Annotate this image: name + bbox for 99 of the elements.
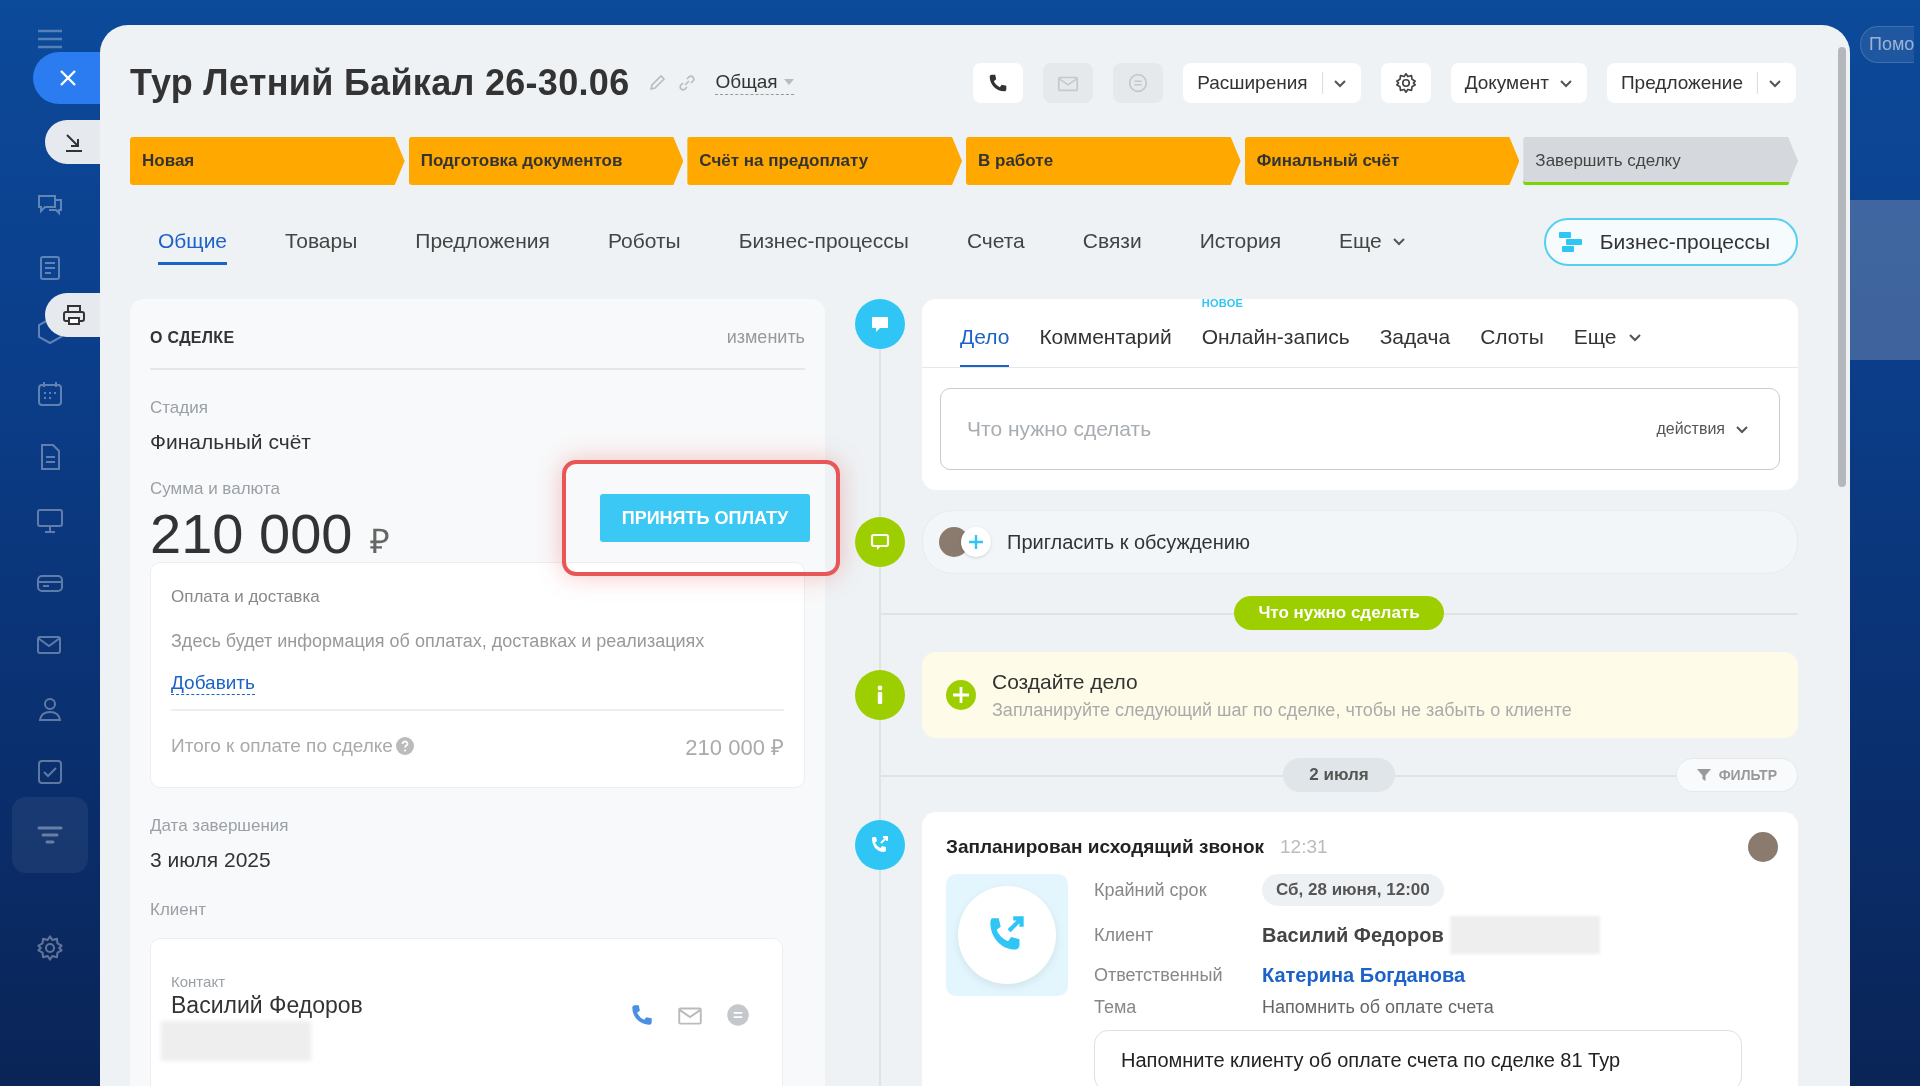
plus-icon bbox=[968, 534, 984, 550]
settings-icon[interactable] bbox=[35, 933, 65, 963]
field-label: Тема bbox=[1094, 997, 1138, 1018]
tab[interactable]: Предложения bbox=[415, 219, 550, 265]
split-button[interactable]: Расширения bbox=[1183, 63, 1361, 103]
person-link[interactable]: Катерина Богданова bbox=[1262, 964, 1466, 987]
field-label: Дата завершения bbox=[150, 816, 290, 836]
close-icon bbox=[59, 69, 77, 87]
chevron-down-icon bbox=[1735, 424, 1749, 434]
activity-title: Запланирован исходящий звонок bbox=[946, 836, 1265, 858]
field-value: 3 июля 2025 bbox=[150, 848, 272, 872]
business-process-button[interactable]: Бизнес-процессы bbox=[1543, 218, 1798, 266]
section-label: Что нужно сделать bbox=[1234, 596, 1444, 630]
invite-bar[interactable]: Пригласить к обсуждению bbox=[922, 510, 1798, 574]
date-label: 2 июля bbox=[1283, 758, 1395, 792]
avatar bbox=[1748, 832, 1778, 862]
field-label: Крайний срок bbox=[1094, 879, 1208, 901]
split-button[interactable]: Предложение bbox=[1606, 63, 1796, 103]
card-subtitle: Запланируйте следующий шаг по сделке, чтобы не забыть о клиенте bbox=[992, 699, 1572, 721]
tab[interactable]: История bbox=[1199, 219, 1282, 265]
printer-icon bbox=[62, 304, 86, 326]
checkbox-icon[interactable] bbox=[35, 757, 65, 787]
deadline-chip: Сб, 28 июня, 12:00 bbox=[1262, 874, 1444, 906]
settings-button[interactable] bbox=[1380, 63, 1431, 103]
collapse-button[interactable] bbox=[45, 120, 103, 164]
close-button[interactable] bbox=[33, 52, 103, 104]
field-value: Финальный счёт bbox=[150, 430, 312, 454]
stage-step[interactable]: В работе bbox=[966, 137, 1241, 185]
tab[interactable]: Онлайн-запись bbox=[1201, 325, 1350, 367]
stage-step[interactable]: Новая bbox=[130, 137, 405, 185]
info-text: Здесь будет информация об оплатах, доставках и реализациях bbox=[171, 631, 706, 652]
print-button[interactable] bbox=[45, 293, 103, 337]
stage-step[interactable]: Подготовка документов bbox=[408, 137, 684, 185]
amount: 210 000 bbox=[150, 500, 353, 566]
field-value: Напомнить об оплате счета bbox=[1262, 997, 1494, 1018]
field-label: Стадия bbox=[150, 398, 209, 418]
tab[interactable]: Бизнес-процессы bbox=[738, 219, 909, 265]
tab[interactable]: Общие bbox=[158, 219, 228, 265]
section-title: О СДЕЛКЕ bbox=[150, 328, 235, 347]
add-participant-button[interactable] bbox=[961, 527, 991, 557]
chevron-down-icon bbox=[1558, 78, 1573, 88]
info-icon bbox=[855, 670, 905, 720]
chat-bubble-icon bbox=[855, 517, 905, 567]
currency: ₽ bbox=[370, 520, 391, 562]
tab[interactable]: Счета bbox=[966, 219, 1025, 265]
arrow-down-right-icon bbox=[63, 131, 85, 153]
tab[interactable]: Задача bbox=[1379, 325, 1451, 367]
tab[interactable]: Роботы bbox=[607, 219, 681, 265]
card-title: Создайте дело bbox=[992, 669, 1139, 694]
total-label: Итого к оплате по сделке bbox=[171, 735, 393, 757]
link-icon[interactable] bbox=[677, 73, 698, 93]
phone-button[interactable] bbox=[973, 63, 1024, 103]
tab[interactable]: Дело bbox=[960, 325, 1010, 367]
calendar-icon[interactable] bbox=[35, 379, 65, 409]
stage-step[interactable]: Финальный счёт bbox=[1244, 137, 1520, 185]
section-title: Оплата и доставка bbox=[171, 587, 321, 607]
chat-icon[interactable] bbox=[724, 1001, 752, 1029]
chevron-down-icon bbox=[1768, 78, 1782, 88]
field-label: Клиент bbox=[150, 900, 207, 920]
contact-name[interactable]: Василий Федоров bbox=[171, 992, 363, 1019]
add-icon[interactable] bbox=[946, 680, 976, 710]
field-label: Клиент bbox=[1094, 924, 1155, 946]
deal-title: Тур Летний Байкал 26-30.06 bbox=[130, 62, 630, 104]
add-link[interactable]: Добавить bbox=[171, 672, 255, 695]
field-label: Контакт bbox=[171, 973, 226, 990]
stage-step[interactable]: Завершить сделку bbox=[1523, 137, 1799, 185]
tab[interactable]: Товары bbox=[285, 219, 358, 265]
tab[interactable]: Связи bbox=[1082, 219, 1142, 265]
filter-icon bbox=[1696, 768, 1711, 782]
pencil-icon[interactable] bbox=[647, 73, 668, 93]
chevron-down-icon bbox=[1391, 236, 1406, 246]
settings-icon bbox=[1393, 71, 1418, 95]
field-label: Ответственный bbox=[1094, 965, 1224, 986]
comment-icon bbox=[855, 299, 905, 349]
tab[interactable]: Слоты bbox=[1480, 325, 1544, 367]
outgoing-call-icon bbox=[855, 820, 905, 870]
stage-step[interactable]: Счёт на предоплату bbox=[687, 137, 962, 185]
filter-tile[interactable] bbox=[12, 797, 88, 873]
total-amount: 210 000 ₽ bbox=[685, 734, 784, 761]
process-icon bbox=[1557, 230, 1584, 254]
help-icon[interactable] bbox=[395, 737, 414, 755]
menu-icon[interactable] bbox=[36, 28, 64, 50]
actions-dropdown[interactable]: действия bbox=[1650, 419, 1755, 439]
caret-icon bbox=[783, 79, 794, 85]
task-input[interactable]: Что нужно сделать действия bbox=[940, 388, 1780, 470]
category-dropdown[interactable]: Общая bbox=[715, 71, 794, 95]
tab[interactable]: Комментарий bbox=[1039, 325, 1172, 367]
tab[interactable]: Еще bbox=[1573, 325, 1643, 367]
scrollbar[interactable] bbox=[1838, 47, 1846, 487]
chevron-down-icon bbox=[1628, 332, 1643, 342]
contact-name[interactable]: Василий Федоров bbox=[1262, 923, 1444, 947]
tab[interactable]: Еще bbox=[1339, 219, 1406, 265]
dropdown-button[interactable]: Документ bbox=[1450, 63, 1587, 103]
activity-time: 12:31 bbox=[1280, 836, 1328, 858]
placeholder: Что нужно сделать bbox=[967, 417, 1152, 441]
chevron-down-icon bbox=[1332, 78, 1347, 88]
invite-text: Пригласить к обсуждению bbox=[1007, 530, 1250, 554]
new-label: НОВОЕ bbox=[1201, 297, 1244, 309]
field-label: Сумма и валюта bbox=[150, 478, 281, 499]
